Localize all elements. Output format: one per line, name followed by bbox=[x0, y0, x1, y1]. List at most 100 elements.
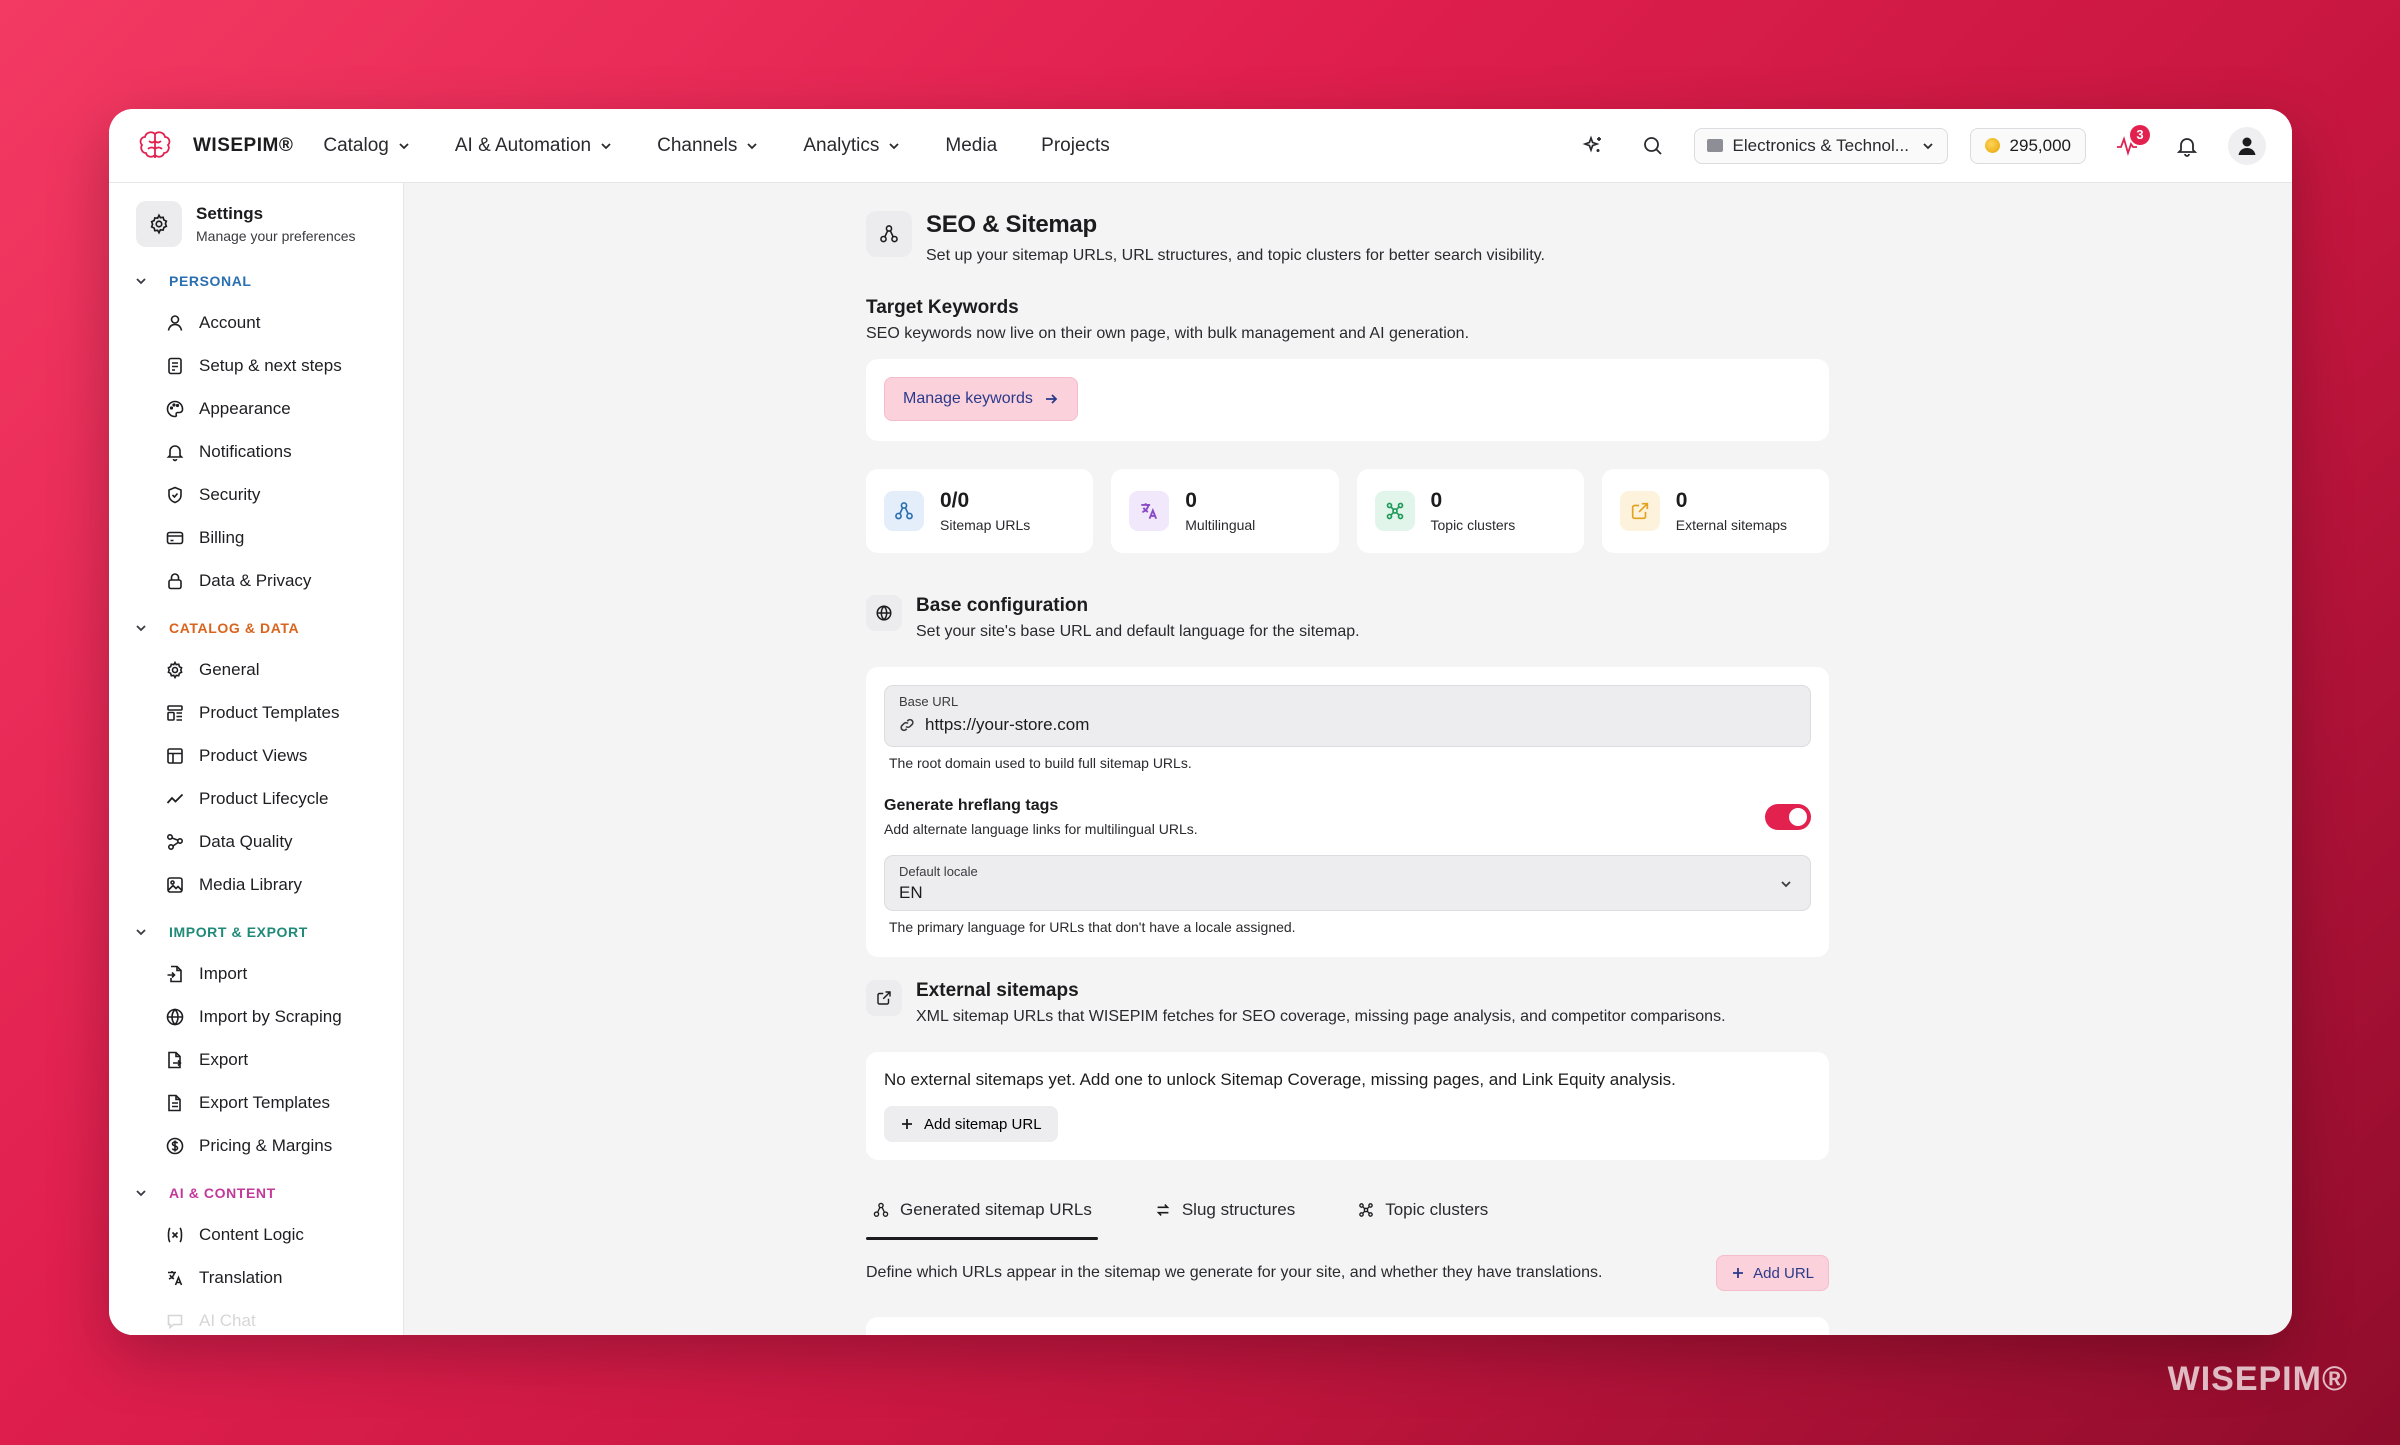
manage-keywords-button[interactable]: Manage keywords bbox=[884, 377, 1078, 421]
link-icon bbox=[900, 718, 914, 732]
globe-icon bbox=[166, 1007, 184, 1026]
template-icon bbox=[167, 704, 183, 721]
default-locale-select[interactable]: Default locale EN bbox=[884, 855, 1811, 911]
settings-subtitle: Manage your preferences bbox=[196, 228, 356, 244]
chevron-down-icon bbox=[399, 142, 409, 149]
add-sitemap-url-button[interactable]: Add sitemap URL bbox=[884, 1106, 1058, 1142]
nav-ai-automation[interactable]: AI & Automation bbox=[455, 135, 613, 157]
nav-media[interactable]: Media bbox=[945, 135, 997, 157]
hreflang-subtitle: Add alternate language links for multili… bbox=[884, 821, 1198, 837]
chevron-down-icon bbox=[136, 929, 146, 936]
coin-icon bbox=[1984, 138, 2000, 153]
sitemap-urls-table bbox=[866, 1317, 1829, 1335]
sidebar-item-content-logic[interactable]: Content Logic bbox=[109, 1213, 403, 1256]
notifications-button[interactable] bbox=[2168, 127, 2206, 165]
target-keywords-section: Target Keywords SEO keywords now live on… bbox=[866, 297, 1469, 343]
sidebar-group-import-export: IMPORT & EXPORT Import Import by Scrapin… bbox=[109, 912, 403, 1167]
main-nav: Catalog AI & Automation Channels Analyti… bbox=[323, 135, 1109, 157]
settings-title: Settings bbox=[196, 204, 264, 223]
chevron-down-icon bbox=[136, 625, 146, 632]
nodes-icon bbox=[166, 833, 184, 850]
dollar-icon bbox=[166, 1137, 184, 1154]
sidebar-item-general[interactable]: General bbox=[109, 648, 403, 691]
base-config-header: Base configuration Set your site's base … bbox=[866, 595, 1360, 641]
image-icon bbox=[167, 876, 183, 893]
group-toggle-ai-content[interactable]: AI & CONTENT bbox=[109, 1173, 403, 1213]
sidebar-item-data-quality[interactable]: Data Quality bbox=[109, 820, 403, 863]
sidebar-item-ai-chat[interactable]: AI Chat bbox=[109, 1299, 403, 1335]
sidebar-item-setup[interactable]: Setup & next steps bbox=[109, 344, 403, 387]
hreflang-row: Generate hreflang tags Add alternate lan… bbox=[884, 797, 1811, 837]
sidebar-item-import-scraping[interactable]: Import by Scraping bbox=[109, 995, 403, 1038]
search-icon bbox=[1643, 136, 1662, 155]
variable-icon bbox=[167, 1226, 183, 1243]
sidebar-item-pricing[interactable]: Pricing & Margins bbox=[109, 1124, 403, 1167]
sidebar-item-media-library[interactable]: Media Library bbox=[109, 863, 403, 906]
stat-label: Sitemap URLs bbox=[940, 517, 1031, 533]
sidebar-item-product-views[interactable]: Product Views bbox=[109, 734, 403, 777]
section-title: External sitemaps bbox=[916, 980, 1079, 1001]
cluster-icon bbox=[1359, 1203, 1374, 1217]
search-button[interactable] bbox=[1634, 127, 1672, 165]
translate-icon bbox=[1129, 491, 1170, 531]
sidebar-item-data-privacy[interactable]: Data & Privacy bbox=[109, 559, 403, 602]
activity-badge: 3 bbox=[2130, 124, 2150, 145]
add-url-button[interactable]: Add URL bbox=[1716, 1255, 1829, 1291]
sidebar-item-security[interactable]: Security bbox=[109, 473, 403, 516]
base-url-field[interactable]: Base URL https://your-store.com bbox=[884, 685, 1811, 747]
flag-icon bbox=[1706, 139, 1723, 152]
sidebar-item-account[interactable]: Account bbox=[109, 301, 403, 344]
ai-sparkle-button[interactable] bbox=[1574, 127, 1612, 165]
sidebar-item-export-templates[interactable]: Export Templates bbox=[109, 1081, 403, 1124]
logo[interactable]: WISEPIM® bbox=[135, 126, 293, 166]
sidebar-item-billing[interactable]: Billing bbox=[109, 516, 403, 559]
sidebar-item-import[interactable]: Import bbox=[109, 952, 403, 995]
group-toggle-catalog[interactable]: CATALOG & DATA bbox=[109, 608, 403, 648]
page-title: SEO & Sitemap bbox=[926, 211, 1097, 238]
stat-topic-clusters: 0 Topic clusters bbox=[1356, 469, 1584, 553]
nav-catalog[interactable]: Catalog bbox=[323, 135, 411, 157]
tab-generated-urls[interactable]: Generated sitemap URLs bbox=[866, 1188, 1098, 1240]
group-label: PERSONAL bbox=[169, 273, 252, 289]
hreflang-toggle[interactable] bbox=[1765, 804, 1811, 830]
external-empty-text: No external sitemaps yet. Add one to unl… bbox=[884, 1070, 1676, 1089]
chevron-down-icon bbox=[136, 1190, 146, 1197]
credits-balance[interactable]: 295,000 bbox=[1969, 127, 2086, 164]
workspace-label: Electronics & Technol... bbox=[1732, 135, 1909, 155]
sidebar-item-export[interactable]: Export bbox=[109, 1038, 403, 1081]
chevron-down-icon bbox=[1922, 142, 1933, 149]
nav-analytics[interactable]: Analytics bbox=[803, 135, 901, 157]
sidebar-item-appearance[interactable]: Appearance bbox=[109, 387, 403, 430]
trend-icon bbox=[166, 793, 184, 804]
nav-channels[interactable]: Channels bbox=[657, 135, 759, 157]
group-toggle-import-export[interactable]: IMPORT & EXPORT bbox=[109, 912, 403, 952]
plus-icon bbox=[1733, 1268, 1744, 1278]
chat-icon bbox=[167, 1314, 183, 1329]
nav-projects[interactable]: Projects bbox=[1041, 135, 1110, 157]
sitemap-icon bbox=[884, 491, 924, 531]
workspace-selector[interactable]: Electronics & Technol... bbox=[1693, 127, 1948, 164]
tab-slug-structures[interactable]: Slug structures bbox=[1148, 1188, 1301, 1232]
file-export-icon bbox=[168, 1051, 182, 1068]
base-url-helper: The root domain used to build full sitem… bbox=[889, 755, 1192, 771]
brain-logo-icon bbox=[139, 130, 171, 158]
sitemap-tabs: Generated sitemap URLs Slug structures T… bbox=[866, 1188, 1494, 1240]
stat-label: Multilingual bbox=[1185, 517, 1256, 533]
section-subtitle: XML sitemap URLs that WISEPIM fetches fo… bbox=[916, 1008, 1726, 1025]
top-navbar: WISEPIM® Catalog AI & Automation Channel… bbox=[109, 109, 2292, 183]
sidebar-item-product-templates[interactable]: Product Templates bbox=[109, 691, 403, 734]
credits-value: 295,000 bbox=[2009, 135, 2071, 155]
keywords-card: Manage keywords bbox=[866, 359, 1829, 441]
user-icon bbox=[167, 314, 183, 331]
tab-topic-clusters[interactable]: Topic clusters bbox=[1351, 1188, 1494, 1232]
sidebar-item-product-lifecycle[interactable]: Product Lifecycle bbox=[109, 777, 403, 820]
activity-button[interactable]: 3 bbox=[2108, 124, 2150, 165]
sidebar-item-translation[interactable]: Translation bbox=[109, 1256, 403, 1299]
stat-multilingual: 0 Multilingual bbox=[1111, 469, 1339, 553]
section-subtitle: Set your site's base URL and default lan… bbox=[916, 623, 1360, 640]
group-toggle-personal[interactable]: PERSONAL bbox=[109, 261, 403, 301]
plus-icon bbox=[902, 1119, 912, 1129]
sidebar-item-notifications[interactable]: Notifications bbox=[109, 430, 403, 473]
user-avatar[interactable] bbox=[2228, 126, 2266, 165]
field-label: Default locale bbox=[899, 864, 978, 879]
